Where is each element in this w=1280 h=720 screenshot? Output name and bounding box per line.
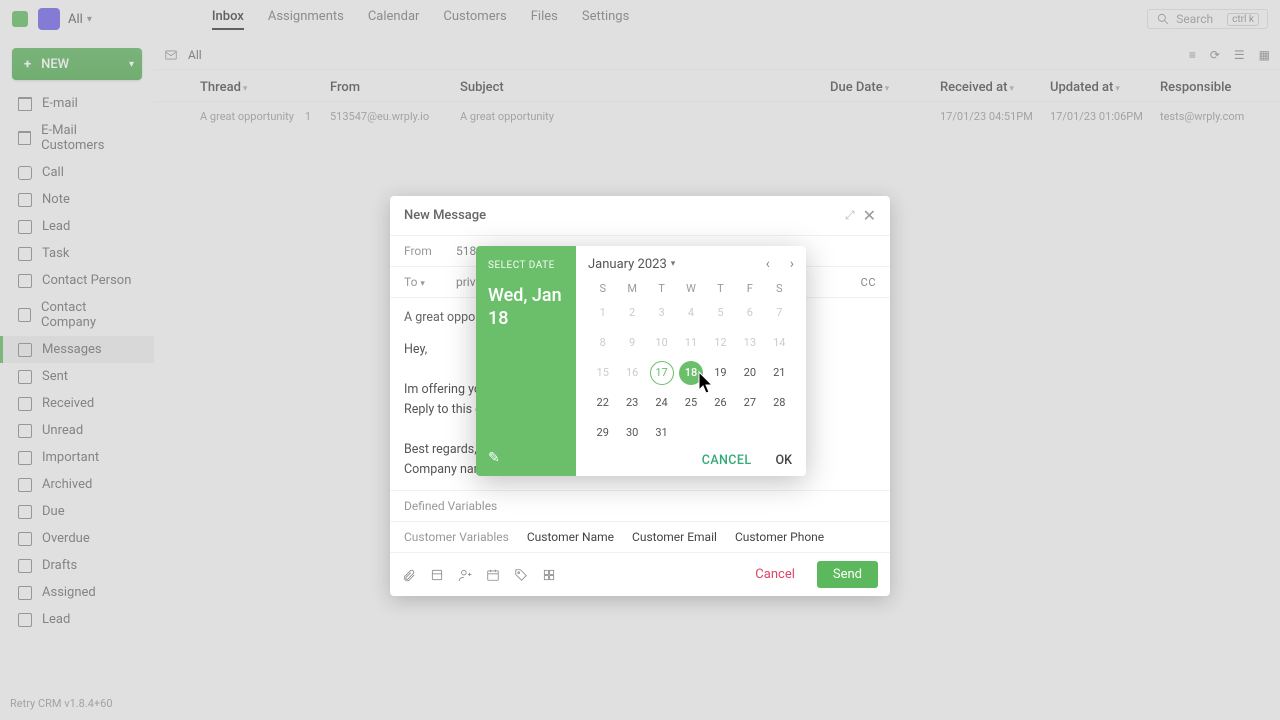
template-icon[interactable] [430, 568, 444, 582]
compose-cancel-button[interactable]: Cancel [755, 567, 795, 582]
expand-icon[interactable]: ⤢ [845, 208, 855, 223]
select-date-label: SELECT DATE [488, 260, 564, 271]
prev-month-icon[interactable]: ‹ [766, 256, 770, 272]
day-25[interactable]: 25 [679, 391, 703, 415]
tag-icon[interactable] [514, 568, 528, 582]
datepicker-cancel-button[interactable]: CANCEL [702, 453, 752, 468]
datepicker-header: January 2023▾ ‹ › [588, 256, 794, 272]
day-27[interactable]: 27 [738, 391, 762, 415]
day-8: 8 [591, 331, 615, 355]
datepicker-summary: SELECT DATE Wed, Jan 18 ✎ [476, 246, 576, 476]
day-7: 7 [767, 301, 791, 325]
day-28[interactable]: 28 [767, 391, 791, 415]
day-13: 13 [738, 331, 762, 355]
day-15: 15 [591, 361, 615, 385]
day-23[interactable]: 23 [620, 391, 644, 415]
day-30[interactable]: 30 [620, 421, 644, 445]
day-26[interactable]: 26 [708, 391, 732, 415]
day-empty [679, 421, 703, 445]
dow-label: F [735, 282, 764, 295]
customer-variables-row: Customer Variables Customer Name Custome… [390, 521, 890, 552]
day-31[interactable]: 31 [650, 421, 674, 445]
defined-vars-label: Defined Variables [404, 499, 497, 513]
day-5: 5 [708, 301, 732, 325]
dow-label: T [647, 282, 676, 295]
defined-variables-row: Defined Variables [390, 490, 890, 521]
datepicker-actions: CANCEL OK [702, 453, 792, 468]
day-4: 4 [679, 301, 703, 325]
compose-send-button[interactable]: Send [817, 561, 878, 588]
day-20[interactable]: 20 [738, 361, 762, 385]
day-22[interactable]: 22 [591, 391, 615, 415]
datepicker: SELECT DATE Wed, Jan 18 ✎ January 2023▾ … [476, 246, 806, 476]
close-icon[interactable]: ✕ [863, 206, 876, 225]
dow-label: S [588, 282, 617, 295]
customer-vars-label: Customer Variables [404, 530, 509, 544]
var-customer-name[interactable]: Customer Name [527, 530, 614, 544]
cc-toggle[interactable]: CC [861, 276, 876, 289]
day-24[interactable]: 24 [650, 391, 674, 415]
attachment-icon[interactable] [402, 568, 416, 582]
var-customer-phone[interactable]: Customer Phone [735, 530, 824, 544]
day-1: 1 [591, 301, 615, 325]
day-18[interactable]: 18 [679, 361, 703, 385]
dow-label: W [676, 282, 705, 295]
from-label: From [404, 244, 444, 258]
day-10: 10 [650, 331, 674, 355]
compose-footer: Cancel Send [390, 552, 890, 596]
to-value[interactable]: priv [456, 275, 476, 289]
day-12: 12 [708, 331, 732, 355]
dow-label: S [765, 282, 794, 295]
dow-label: M [617, 282, 646, 295]
day-empty [738, 421, 762, 445]
day-empty [708, 421, 732, 445]
var-customer-email[interactable]: Customer Email [632, 530, 717, 544]
datepicker-ok-button[interactable]: OK [775, 453, 792, 468]
chevron-down-icon[interactable]: ▾ [420, 279, 425, 289]
day-empty [767, 421, 791, 445]
day-21[interactable]: 21 [767, 361, 791, 385]
day-3: 3 [650, 301, 674, 325]
next-month-icon[interactable]: › [790, 256, 794, 272]
day-9: 9 [620, 331, 644, 355]
day-6: 6 [738, 301, 762, 325]
calendar-icon[interactable] [486, 568, 500, 582]
day-11: 11 [679, 331, 703, 355]
to-label: To ▾ [404, 275, 444, 289]
day-16: 16 [620, 361, 644, 385]
assign-icon[interactable] [458, 568, 472, 582]
datepicker-calendar: January 2023▾ ‹ › SMTWTFS123456789101112… [576, 246, 806, 476]
day-2: 2 [620, 301, 644, 325]
dow-label: T [706, 282, 735, 295]
day-29[interactable]: 29 [591, 421, 615, 445]
month-year-selector[interactable]: January 2023▾ [588, 257, 675, 272]
day-14: 14 [767, 331, 791, 355]
selected-date-readout: Wed, Jan 18 [488, 285, 564, 330]
compose-title: New Message [404, 208, 486, 223]
compose-header: New Message ⤢ ✕ [390, 196, 890, 235]
day-17[interactable]: 17 [650, 361, 674, 385]
pencil-icon[interactable]: ✎ [488, 450, 500, 466]
day-19[interactable]: 19 [708, 361, 732, 385]
grid-icon[interactable] [542, 568, 556, 582]
